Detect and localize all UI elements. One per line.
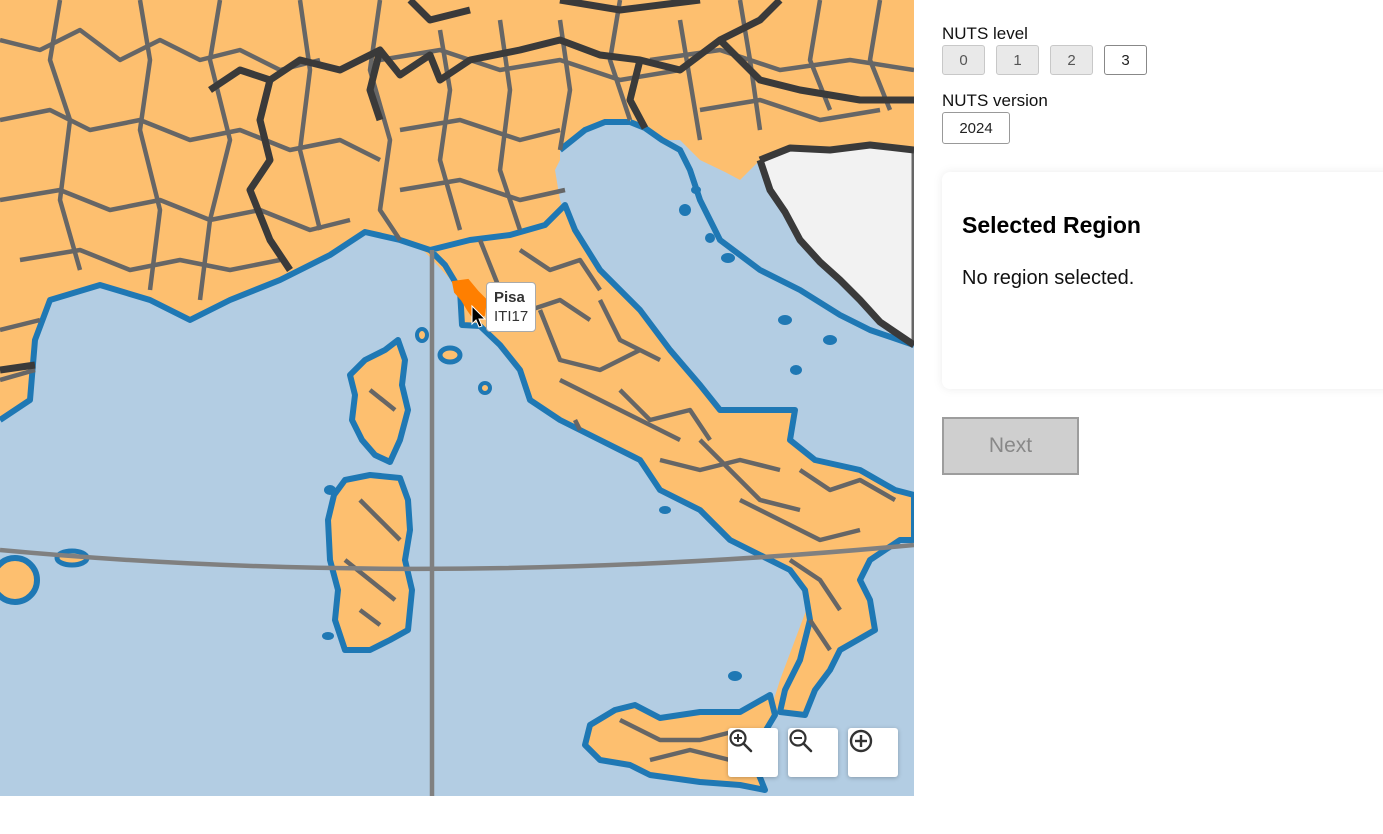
island <box>0 555 40 605</box>
map-view[interactable]: Pisa ITI17 <box>0 0 914 796</box>
selected-region-title: Selected Region <box>962 212 1141 238</box>
nuts-level-2-button[interactable]: 2 <box>1050 45 1093 75</box>
selected-region-message: No region selected. <box>962 267 1135 289</box>
island <box>322 632 334 640</box>
island <box>691 186 701 194</box>
nuts-level-label: NUTS level <box>942 24 1028 43</box>
reset-view-icon <box>849 729 873 753</box>
island <box>728 671 742 681</box>
sardinia <box>325 472 415 653</box>
zoom-in-button[interactable] <box>728 728 778 777</box>
island <box>324 485 336 495</box>
nuts-level-0-button[interactable]: 0 <box>942 45 985 75</box>
nuts-level-3-button[interactable]: 3 <box>1104 45 1147 75</box>
region-tooltip: Pisa ITI17 <box>486 282 537 332</box>
island <box>721 253 735 263</box>
zoom-out-button[interactable] <box>788 728 838 777</box>
island <box>778 315 792 325</box>
tooltip-region-name: Pisa <box>494 289 525 306</box>
map-canvas[interactable] <box>0 0 914 796</box>
island <box>659 506 671 514</box>
island <box>705 233 715 243</box>
island <box>478 381 492 395</box>
island <box>437 345 463 365</box>
next-button[interactable]: Next <box>942 417 1079 475</box>
zoom-in-icon <box>729 729 753 753</box>
nuts-level-1-button[interactable]: 1 <box>996 45 1039 75</box>
island <box>823 335 837 345</box>
island <box>790 365 802 375</box>
selected-region-card: Selected Region No region selected. <box>942 172 1383 389</box>
island <box>679 204 691 216</box>
nuts-version-2024-button[interactable]: 2024 <box>942 112 1010 144</box>
zoom-out-icon <box>789 729 813 753</box>
reset-view-button[interactable] <box>848 728 898 777</box>
island <box>415 327 429 343</box>
tooltip-region-code: ITI17 <box>494 308 529 325</box>
nuts-version-label: NUTS version <box>942 91 1048 110</box>
